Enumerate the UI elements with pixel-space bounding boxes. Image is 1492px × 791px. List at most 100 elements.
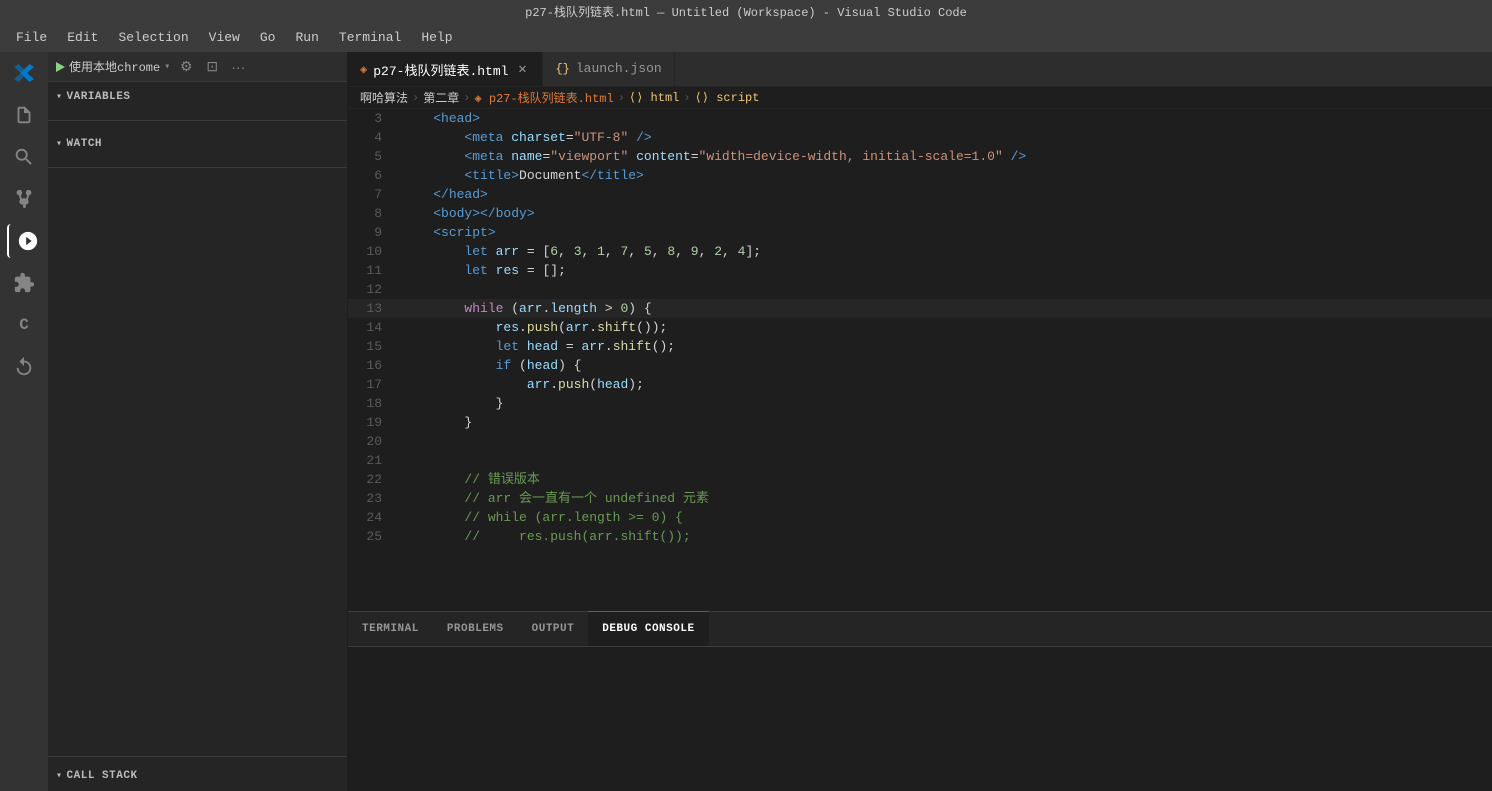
token: 3 — [574, 244, 582, 259]
breadcrumb-algo[interactable]: 啊哈算法 — [360, 89, 408, 106]
code-line: 3 <head> — [348, 109, 1492, 128]
menu-item-terminal[interactable]: Terminal — [331, 28, 409, 47]
debug-open-editor-button[interactable]: ⊡ — [202, 57, 222, 77]
variables-chevron: ▾ — [56, 91, 63, 103]
menu-item-edit[interactable]: Edit — [59, 28, 106, 47]
token: length — [550, 301, 597, 316]
tab-html-close[interactable]: ✕ — [514, 61, 530, 77]
menu-bar: FileEditSelection ViewGoRun TerminalHelp — [0, 22, 1492, 52]
code-line: 13 while (arr.length > 0) { — [348, 299, 1492, 318]
line-number: 7 — [348, 185, 398, 204]
token: = []; — [527, 263, 566, 278]
breadcrumb-file[interactable]: ◈ p27-栈队列链表.html — [474, 89, 613, 106]
breadcrumb-chapter[interactable]: 第二章 — [423, 89, 459, 106]
menu-item-run[interactable]: Run — [287, 28, 326, 47]
line-content: <meta charset="UTF-8" /> — [398, 128, 1492, 147]
vscode-logo-icon[interactable] — [7, 56, 41, 90]
token: ) { — [628, 301, 651, 316]
html-file-icon: ◈ — [360, 62, 367, 77]
line-content — [398, 280, 1492, 299]
watch-header[interactable]: ▾ WATCH — [48, 133, 347, 155]
debug-settings-button[interactable]: ⚙ — [176, 57, 196, 77]
menu-item-selection[interactable]: Selection — [110, 28, 196, 47]
tab-bar: ◈ p27-栈队列链表.html ✕ {} launch.json — [348, 52, 1492, 87]
source-control-2-activity-icon[interactable] — [7, 350, 41, 384]
token — [628, 149, 636, 164]
menu-item-view[interactable]: View — [201, 28, 248, 47]
line-content: } — [398, 413, 1492, 432]
code-lines: 3 <head>4 <meta charset="UTF-8" />5 <met… — [348, 109, 1492, 546]
tab-html[interactable]: ◈ p27-栈队列链表.html ✕ — [348, 52, 543, 86]
token: . — [519, 320, 527, 335]
run-debug-button[interactable]: 使用本地chrome ▾ — [56, 58, 170, 75]
token: res — [496, 263, 527, 278]
callstack-header[interactable]: ▾ CALL STACK — [48, 765, 347, 787]
callstack-section: ▾ CALL STACK — [48, 744, 347, 791]
panel-tab-output[interactable]: OUTPUT — [518, 611, 589, 646]
menu-item-file[interactable]: File — [8, 28, 55, 47]
line-content: <body></body> — [398, 204, 1492, 223]
token — [402, 396, 496, 411]
breadcrumb-sep3: › — [618, 91, 625, 105]
run-debug-activity-icon[interactable] — [7, 224, 41, 258]
tab-json[interactable]: {} launch.json — [543, 52, 674, 86]
code-line: 16 if (head) { — [348, 356, 1492, 375]
line-content: let arr = [6, 3, 1, 7, 5, 8, 9, 2, 4]; — [398, 242, 1492, 261]
line-content: if (head) { — [398, 356, 1492, 375]
variables-header[interactable]: ▾ VARIABLES — [48, 86, 347, 108]
token: res — [496, 320, 519, 335]
code-line: 23 // arr 会一直有一个 undefined 元素 — [348, 489, 1492, 508]
panel-tab-terminal[interactable]: TERMINAL — [348, 611, 433, 646]
panel-tab-problems[interactable]: PROBLEMS — [433, 611, 518, 646]
line-content — [398, 451, 1492, 470]
token: arr — [527, 377, 550, 392]
token: "width=device-width, initial-scale=1.0" — [699, 149, 1003, 164]
token: content — [636, 149, 691, 164]
explorer-activity-icon[interactable] — [7, 98, 41, 132]
code-line: 25 // res.push(arr.shift()); — [348, 527, 1492, 546]
token: Document — [519, 168, 581, 183]
breadcrumb-html[interactable]: ⟨⟩ html — [629, 90, 679, 105]
token — [402, 472, 464, 487]
extensions-activity-icon[interactable] — [7, 266, 41, 300]
line-content: <head> — [398, 109, 1492, 128]
line-content: res.push(arr.shift()); — [398, 318, 1492, 337]
token: } — [464, 415, 472, 430]
token: head — [527, 339, 566, 354]
menu-item-go[interactable]: Go — [252, 28, 284, 47]
token: , — [699, 244, 715, 259]
line-number: 21 — [348, 451, 398, 470]
token: <script> — [433, 225, 495, 240]
variables-section: ▾ VARIABLES — [48, 82, 347, 112]
token — [402, 358, 496, 373]
panel-content[interactable] — [348, 647, 1492, 791]
code-line: 8 <body></body> — [348, 204, 1492, 223]
token: 6 — [550, 244, 558, 259]
code-editor[interactable]: 3 <head>4 <meta charset="UTF-8" />5 <met… — [348, 109, 1492, 611]
line-number: 12 — [348, 280, 398, 299]
line-number: 23 — [348, 489, 398, 508]
token — [402, 244, 464, 259]
line-content — [398, 432, 1492, 451]
token: if — [496, 358, 519, 373]
token — [402, 301, 464, 316]
breadcrumb-script[interactable]: ⟨⟩ script — [695, 90, 760, 105]
clangd-activity-icon[interactable]: C — [7, 308, 41, 342]
line-number: 13 — [348, 299, 398, 318]
panel-tab-debug-console[interactable]: DEBUG CONSOLE — [588, 611, 708, 646]
source-control-activity-icon[interactable] — [7, 182, 41, 216]
menu-item-help[interactable]: Help — [413, 28, 460, 47]
search-activity-icon[interactable] — [7, 140, 41, 174]
token: </title> — [581, 168, 643, 183]
callstack-chevron: ▾ — [56, 770, 63, 782]
line-number: 20 — [348, 432, 398, 451]
token: /> — [1003, 149, 1026, 164]
debug-more-button[interactable]: ··· — [228, 57, 248, 77]
token: <title> — [464, 168, 519, 183]
line-number: 11 — [348, 261, 398, 280]
token: arr — [496, 244, 527, 259]
code-line: 6 <title>Document</title> — [348, 166, 1492, 185]
line-content: // 错误版本 — [398, 470, 1492, 489]
token — [402, 491, 464, 506]
token: 1 — [597, 244, 605, 259]
